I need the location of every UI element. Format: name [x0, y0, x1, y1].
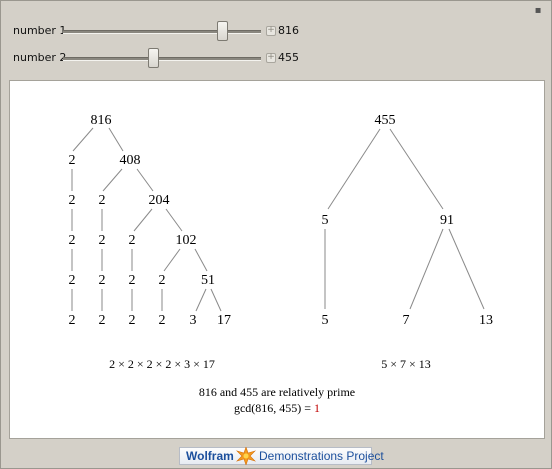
tree-node: 2 — [99, 313, 106, 328]
number1-control: number 1 + 816 — [13, 21, 313, 41]
tree-node: 204 — [149, 193, 170, 208]
tree-node: 2 — [99, 273, 106, 288]
demonstrations-project-wordmark: Demonstrations Project — [259, 449, 384, 463]
tree-node: 5 — [322, 213, 329, 228]
spikey-star-icon — [236, 447, 256, 465]
tree-node: 2 — [69, 153, 76, 168]
left-factorization: 2 × 2 × 2 × 2 × 3 × 17 — [109, 357, 215, 371]
demonstration-window: ▪ number 1 + 816 number 2 + 455 816 2 40… — [0, 0, 552, 469]
gcd-expression: gcd(816, 455) = — [233, 401, 315, 415]
wolfram-demonstrations-logo[interactable]: Wolfram Demonstrations Project — [179, 447, 384, 465]
gcd-result: gcd(816, 455) = 1 — [10, 401, 544, 416]
tree-node: 2 — [159, 313, 166, 328]
relatively-prime-statement: 816 and 455 are relatively prime — [198, 385, 356, 399]
tree-node: 2 — [99, 193, 106, 208]
right-factorization: 5 × 7 × 13 — [381, 357, 431, 371]
tree-node: 102 — [176, 233, 197, 248]
tree-node: 2 — [69, 233, 76, 248]
number2-expand-icon[interactable]: + — [266, 53, 276, 63]
tree-node: 2 — [129, 233, 136, 248]
number1-expand-icon[interactable]: + — [266, 26, 276, 36]
tree-node: 2 — [129, 273, 136, 288]
number2-label: number 2 — [13, 51, 67, 64]
right-tree-edges — [324, 128, 485, 310]
number1-value: 816 — [278, 24, 299, 37]
window-menu-icon[interactable]: ▪ — [533, 6, 543, 16]
number2-control: number 2 + 455 — [13, 48, 313, 68]
tree-node: 51 — [201, 273, 215, 288]
tree-node: 408 — [120, 153, 141, 168]
tree-node: 5 — [322, 313, 329, 328]
number1-label: number 1 — [13, 24, 67, 37]
tree-node: 7 — [403, 313, 410, 328]
gcd-value: 1 — [314, 401, 321, 415]
tree-node: 2 — [159, 273, 166, 288]
output-panel: 816 2 408 2 2 204 2 2 2 102 2 2 2 2 51 2… — [9, 80, 545, 439]
left-tree-nodes: 816 2 408 2 2 204 2 2 2 102 2 2 2 2 51 2… — [69, 113, 232, 328]
right-tree-nodes: 455 5 91 5 7 13 — [322, 113, 494, 328]
number1-slider-track[interactable] — [63, 30, 261, 34]
number2-slider-thumb[interactable] — [148, 48, 159, 68]
tree-node: 2 — [129, 313, 136, 328]
number2-slider-track[interactable] — [63, 57, 261, 61]
tree-node: 455 — [375, 113, 396, 128]
tree-node: 91 — [440, 213, 454, 228]
wolfram-wordmark: Wolfram — [186, 449, 234, 463]
tree-node: 17 — [217, 313, 231, 328]
tree-node: 816 — [91, 113, 112, 128]
tree-node: 2 — [69, 273, 76, 288]
tree-node: 13 — [479, 313, 493, 328]
tree-node: 2 — [69, 193, 76, 208]
number1-slider-thumb[interactable] — [217, 21, 228, 41]
tree-node: 2 — [99, 233, 106, 248]
tree-node: 3 — [190, 313, 197, 328]
number2-value: 455 — [278, 51, 299, 64]
left-tree-edges — [71, 127, 222, 312]
tree-node: 2 — [69, 313, 76, 328]
